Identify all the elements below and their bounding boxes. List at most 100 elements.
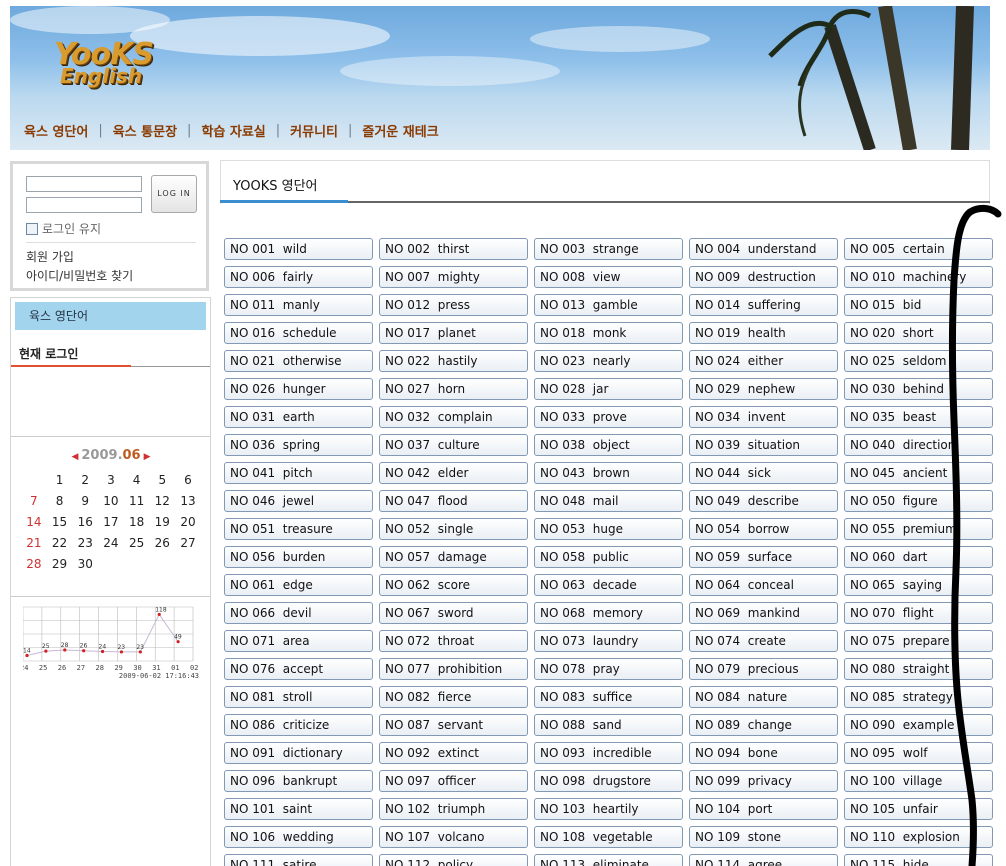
- word-button[interactable]: NO 018 monk: [534, 322, 683, 344]
- calendar-day[interactable]: 20: [175, 515, 201, 529]
- word-button[interactable]: NO 110 explosion: [844, 826, 993, 848]
- calendar-day[interactable]: 12: [149, 494, 175, 508]
- word-button[interactable]: NO 017 planet: [379, 322, 528, 344]
- calendar-day[interactable]: 13: [175, 494, 201, 508]
- word-button[interactable]: NO 032 complain: [379, 406, 528, 428]
- word-button[interactable]: NO 091 dictionary: [224, 742, 373, 764]
- word-button[interactable]: NO 009 destruction: [689, 266, 838, 288]
- word-button[interactable]: NO 041 pitch: [224, 462, 373, 484]
- word-button[interactable]: NO 036 spring: [224, 434, 373, 456]
- word-button[interactable]: NO 004 understand: [689, 238, 838, 260]
- word-button[interactable]: NO 008 view: [534, 266, 683, 288]
- calendar-day[interactable]: 27: [175, 536, 201, 550]
- word-button[interactable]: NO 045 ancient: [844, 462, 993, 484]
- calendar-day[interactable]: 29: [47, 557, 73, 571]
- calendar-day[interactable]: 8: [47, 494, 73, 508]
- word-button[interactable]: NO 044 sick: [689, 462, 838, 484]
- word-button[interactable]: NO 071 area: [224, 630, 373, 652]
- word-button[interactable]: NO 098 drugstore: [534, 770, 683, 792]
- word-button[interactable]: NO 035 beast: [844, 406, 993, 428]
- word-button[interactable]: NO 002 thirst: [379, 238, 528, 260]
- keep-login-checkbox[interactable]: 로그인 유지: [26, 220, 101, 237]
- word-button[interactable]: NO 027 horn: [379, 378, 528, 400]
- calendar-day[interactable]: 9: [72, 494, 98, 508]
- word-button[interactable]: NO 107 volcano: [379, 826, 528, 848]
- word-button[interactable]: NO 016 schedule: [224, 322, 373, 344]
- word-button[interactable]: NO 090 example: [844, 714, 993, 736]
- word-button[interactable]: NO 115 hide: [844, 854, 993, 866]
- word-button[interactable]: NO 081 stroll: [224, 686, 373, 708]
- calendar-day[interactable]: 19: [149, 515, 175, 529]
- find-account-link[interactable]: 아이디/비밀번호 찾기: [26, 267, 133, 284]
- calendar-day[interactable]: 3: [98, 473, 124, 487]
- word-button[interactable]: NO 052 single: [379, 518, 528, 540]
- word-button[interactable]: NO 100 village: [844, 770, 993, 792]
- calendar-day[interactable]: 16: [72, 515, 98, 529]
- calendar-day[interactable]: 18: [124, 515, 150, 529]
- word-button[interactable]: NO 034 invent: [689, 406, 838, 428]
- calendar-day[interactable]: 7: [21, 494, 47, 508]
- word-button[interactable]: NO 014 suffering: [689, 294, 838, 316]
- word-button[interactable]: NO 028 jar: [534, 378, 683, 400]
- word-button[interactable]: NO 076 accept: [224, 658, 373, 680]
- word-button[interactable]: NO 086 criticize: [224, 714, 373, 736]
- word-button[interactable]: NO 105 unfair: [844, 798, 993, 820]
- word-button[interactable]: NO 063 decade: [534, 574, 683, 596]
- word-button[interactable]: NO 043 brown: [534, 462, 683, 484]
- word-button[interactable]: NO 068 memory: [534, 602, 683, 624]
- word-button[interactable]: NO 077 prohibition: [379, 658, 528, 680]
- word-button[interactable]: NO 070 flight: [844, 602, 993, 624]
- calendar-day[interactable]: 24: [98, 536, 124, 550]
- password-input[interactable]: [26, 197, 142, 213]
- word-button[interactable]: NO 013 gamble: [534, 294, 683, 316]
- nav-item-finance[interactable]: 즐거운 재테크: [362, 121, 438, 140]
- word-button[interactable]: NO 113 eliminate: [534, 854, 683, 866]
- word-button[interactable]: NO 038 object: [534, 434, 683, 456]
- calendar-day[interactable]: 5: [149, 473, 175, 487]
- word-button[interactable]: NO 082 fierce: [379, 686, 528, 708]
- word-button[interactable]: NO 010 machinery: [844, 266, 993, 288]
- word-button[interactable]: NO 095 wolf: [844, 742, 993, 764]
- calendar-day[interactable]: 22: [47, 536, 73, 550]
- calendar-day[interactable]: 21: [21, 536, 47, 550]
- word-button[interactable]: NO 064 conceal: [689, 574, 838, 596]
- word-button[interactable]: NO 103 heartily: [534, 798, 683, 820]
- word-button[interactable]: NO 073 laundry: [534, 630, 683, 652]
- word-button[interactable]: NO 019 health: [689, 322, 838, 344]
- word-button[interactable]: NO 046 jewel: [224, 490, 373, 512]
- word-button[interactable]: NO 069 mankind: [689, 602, 838, 624]
- word-button[interactable]: NO 114 agree: [689, 854, 838, 866]
- word-button[interactable]: NO 087 servant: [379, 714, 528, 736]
- word-button[interactable]: NO 104 port: [689, 798, 838, 820]
- calendar-day[interactable]: 30: [72, 557, 98, 571]
- word-button[interactable]: NO 112 policy: [379, 854, 528, 866]
- word-button[interactable]: NO 099 privacy: [689, 770, 838, 792]
- word-button[interactable]: NO 111 satire: [224, 854, 373, 866]
- word-button[interactable]: NO 024 either: [689, 350, 838, 372]
- word-button[interactable]: NO 007 mighty: [379, 266, 528, 288]
- word-button[interactable]: NO 055 premium: [844, 518, 993, 540]
- calendar-day[interactable]: 15: [47, 515, 73, 529]
- word-button[interactable]: NO 075 prepare: [844, 630, 993, 652]
- calendar-day[interactable]: 6: [175, 473, 201, 487]
- calendar-day[interactable]: 14: [21, 515, 47, 529]
- word-button[interactable]: NO 094 bone: [689, 742, 838, 764]
- word-button[interactable]: NO 085 strategy: [844, 686, 993, 708]
- word-button[interactable]: NO 084 nature: [689, 686, 838, 708]
- word-button[interactable]: NO 037 culture: [379, 434, 528, 456]
- word-button[interactable]: NO 047 flood: [379, 490, 528, 512]
- word-button[interactable]: NO 050 figure: [844, 490, 993, 512]
- calendar-day[interactable]: 17: [98, 515, 124, 529]
- word-button[interactable]: NO 005 certain: [844, 238, 993, 260]
- word-button[interactable]: NO 048 mail: [534, 490, 683, 512]
- word-button[interactable]: NO 053 huge: [534, 518, 683, 540]
- word-button[interactable]: NO 080 straight: [844, 658, 993, 680]
- word-button[interactable]: NO 078 pray: [534, 658, 683, 680]
- checkbox-icon[interactable]: [26, 222, 38, 235]
- nav-item-sentences[interactable]: 육스 통문장: [113, 121, 177, 140]
- word-button[interactable]: NO 057 damage: [379, 546, 528, 568]
- word-button[interactable]: NO 108 vegetable: [534, 826, 683, 848]
- word-button[interactable]: NO 049 describe: [689, 490, 838, 512]
- word-button[interactable]: NO 088 sand: [534, 714, 683, 736]
- word-button[interactable]: NO 042 elder: [379, 462, 528, 484]
